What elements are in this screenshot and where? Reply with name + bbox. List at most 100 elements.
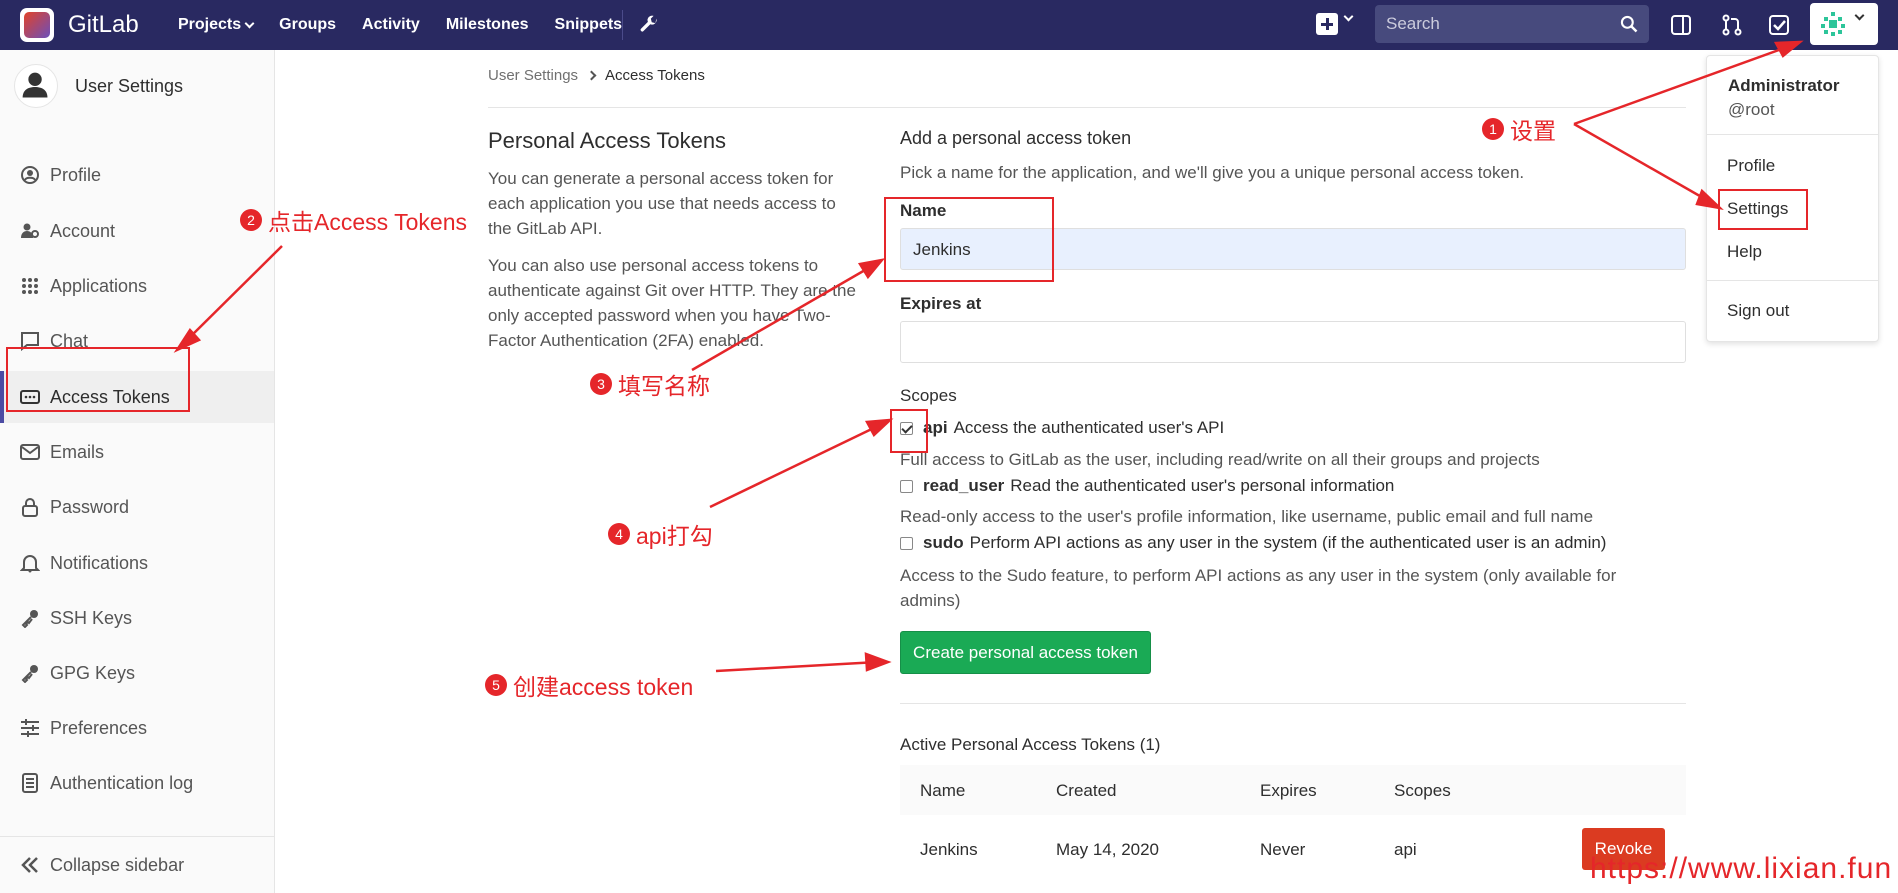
menu-item-profile[interactable]: Profile [1727,156,1775,176]
scope-help-line: admins) [900,591,961,610]
page-title: Personal Access Tokens [488,128,727,153]
applications-icon [22,278,38,294]
sidebar-item-password[interactable]: Password [0,481,274,533]
todos-check-icon[interactable] [1767,12,1791,38]
menu-divider [1707,280,1878,281]
user-avatar-button[interactable] [1810,3,1878,45]
key-icon [21,665,38,683]
collapse-sidebar-button[interactable]: Collapse sidebar [0,836,274,893]
sidebar-item-label: SSH Keys [50,607,133,628]
intro-line: You can also use personal access tokens … [488,256,819,275]
annotation-text: api打勾 [636,523,713,549]
expires-at-input[interactable] [900,321,1686,363]
user-avatar-icon [1821,12,1845,36]
sidebar-item-applications[interactable]: Applications [0,260,274,312]
scope-read-user-checkbox[interactable] [900,479,913,493]
key-icon [21,610,38,628]
sidebar-item-emails[interactable]: Emails [0,426,274,478]
sidebar-item-account[interactable]: Account [0,205,274,257]
scope-description: Perform API actions as any user in the s… [969,533,1607,552]
breadcrumb-current[interactable]: Access Tokens [605,67,705,84]
column-header: Created [1056,781,1117,800]
nav-milestones[interactable]: Milestones [446,16,529,34]
nav-groups[interactable]: Groups [279,16,336,34]
menu-item-sign-out[interactable]: Sign out [1727,301,1789,321]
sidebar-item-gpg-keys[interactable]: GPG Keys [0,647,274,699]
watermark-text: https://www.lixian.fun [1590,852,1893,885]
scope-help-line: Access to the Sudo feature, to perform A… [900,566,1617,585]
annotation-4: 4 api打勾 [608,517,713,551]
user-settings-avatar [14,64,58,108]
column-header: Expires [1260,781,1317,800]
intro-line: only accepted password when you have Two… [488,306,831,325]
chevron-right-icon [586,70,597,81]
scope-name: sudo [923,533,964,552]
header-divider [488,107,1686,108]
user-username: @root [1728,100,1775,119]
scope-read-user: read_user Read the authenticated user's … [900,476,1394,496]
sidebar-item-profile[interactable]: Profile [0,149,274,201]
nav-projects[interactable]: Projects [178,16,255,34]
brand-name[interactable]: GitLab [68,11,139,39]
sidebar-item-label: Preferences [50,717,148,738]
merge-request-icon[interactable] [1720,12,1744,38]
sidebar-item-preferences[interactable]: Preferences [0,702,274,754]
wrench-icon[interactable] [638,12,660,38]
annotation-number: 4 [608,523,630,545]
sidebar-item-label: Notifications [50,552,149,573]
annotation-text: 填写名称 [618,373,710,399]
column-header: Name [920,781,966,800]
user-display-name: Administrator [1728,76,1840,95]
annotation-number: 3 [590,373,612,395]
log-icon [22,773,38,793]
highlight-settings [1718,189,1808,230]
chevron-down-icon[interactable] [1343,11,1354,22]
person-icon [22,72,48,98]
search-input[interactable]: Search [1375,5,1649,43]
scope-description: Access the authenticated user's API [953,418,1225,437]
intro-line: Factor Authentication (2FA) enabled. [488,331,764,350]
account-icon [21,223,39,238]
column-header: Scopes [1394,781,1451,800]
sidebar-item-authentication-log[interactable]: Authentication log [0,757,274,809]
nav-snippets[interactable]: Snippets [555,16,623,34]
sidebar-item-label: Authentication log [50,772,194,793]
highlight-name-field [884,197,1054,282]
annotation-text: 创建access token [513,674,694,700]
nav-projects-label: Projects [178,16,242,33]
sidebar-item-notifications[interactable]: Notifications [0,537,274,589]
create-token-button[interactable]: Create personal access token [900,631,1151,674]
scope-help: Access to the Sudo feature, to perform A… [900,563,1616,613]
tokens-table-header: Name Created Expires Scopes [900,765,1686,815]
annotation-text: 设置 [1510,118,1556,144]
chevron-down-icon [1854,10,1865,21]
nav-activity[interactable]: Activity [362,16,420,34]
sidebar-item-label: Account [50,220,116,241]
scope-name: read_user [923,476,1005,495]
gitlab-logo-icon[interactable] [20,8,54,42]
scope-sudo: sudo Perform API actions as any user in … [900,533,1606,553]
token-scopes-cell: api [1394,840,1417,859]
breadcrumb-parent[interactable]: User Settings [488,67,578,84]
sliders-icon [21,719,39,737]
main-nav: Projects Groups Activity Milestones Snip… [178,0,622,50]
menu-divider [1707,134,1878,135]
todo-panel-icon[interactable] [1669,12,1693,38]
highlight-access-tokens [6,347,190,412]
lock-icon [22,498,38,517]
breadcrumb: User Settings Access Tokens [488,67,705,84]
menu-item-help[interactable]: Help [1727,242,1762,262]
sidebar-item-label: GPG Keys [50,662,136,683]
search-placeholder: Search [1386,14,1440,33]
scope-help: Read-only access to the user's profile i… [900,507,1594,526]
sidebar-header[interactable]: User Settings [0,50,274,122]
sidebar-item-label: Applications [50,275,148,296]
nav-divider [622,10,623,40]
scope-sudo-checkbox[interactable] [900,536,913,550]
annotation-2: 2 点击Access Tokens [240,203,467,237]
sidebar-item-ssh-keys[interactable]: SSH Keys [0,592,274,644]
double-chevron-left-icon [21,857,38,873]
sidebar-item-label: Emails [50,441,105,462]
intro-paragraph-1: You can generate a personal access token… [488,166,863,241]
new-item-plus-icon[interactable] [1316,13,1338,35]
